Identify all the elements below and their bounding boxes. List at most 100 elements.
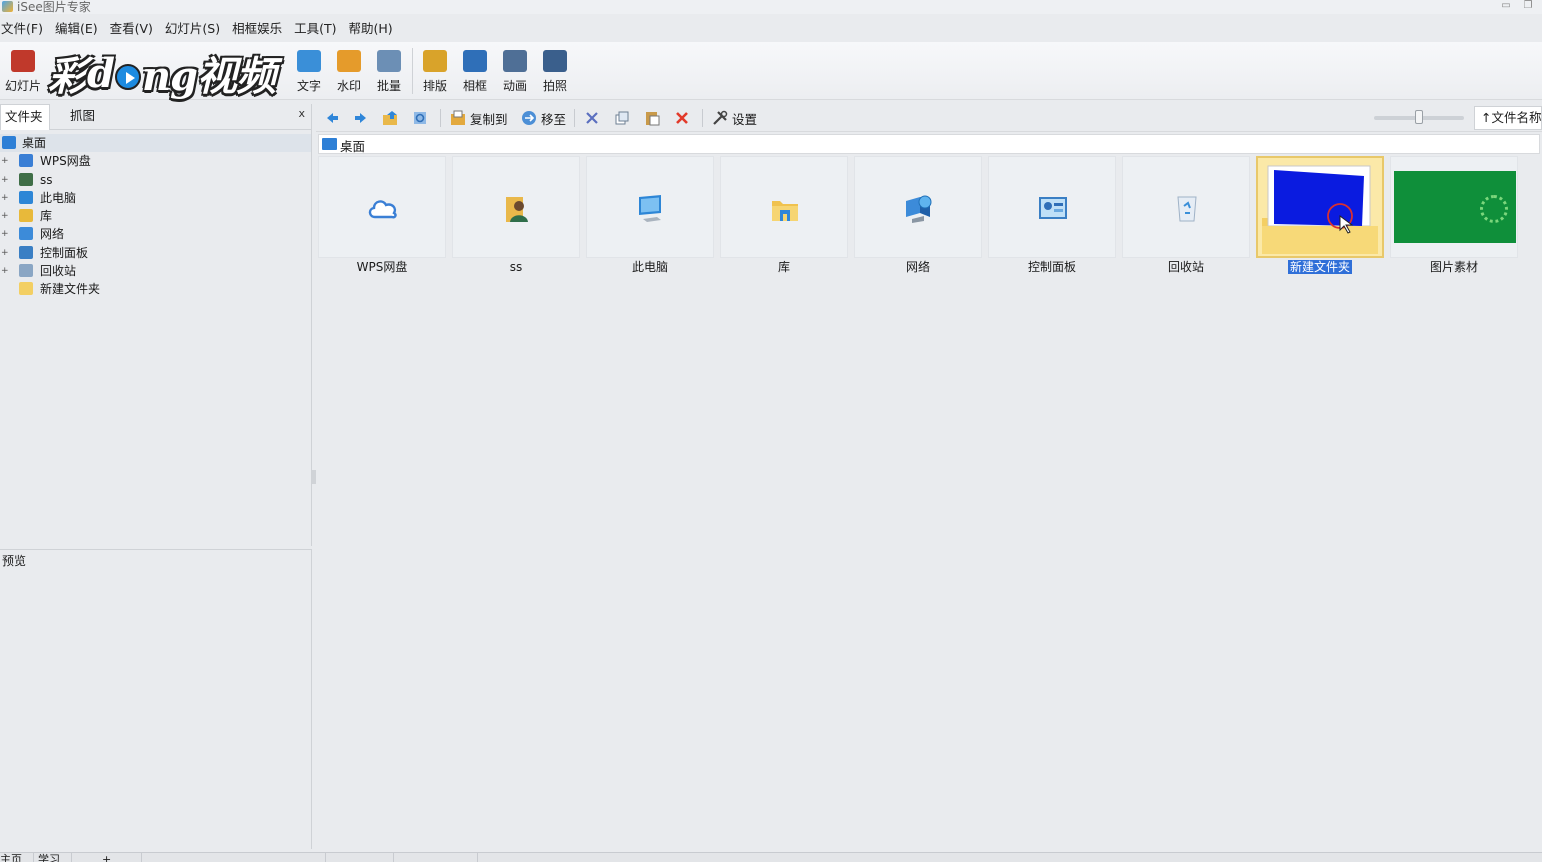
tree-item[interactable]: + 回收站 (0, 262, 311, 280)
zoom-slider-thumb[interactable] (1415, 110, 1423, 124)
preview-panel: 预览 (0, 549, 312, 849)
tools-icon (713, 110, 728, 125)
sort-by-name-button[interactable]: ↑文件名称 (1474, 106, 1542, 130)
expand-icon[interactable]: + (1, 248, 9, 257)
text-icon (297, 50, 321, 72)
status-home[interactable]: 主页 (0, 853, 34, 862)
folder-icon (19, 282, 33, 296)
refresh-button[interactable] (412, 109, 428, 127)
settings-button[interactable]: 设置 (712, 109, 757, 127)
thumbnail-item[interactable]: WPS网盘 (318, 156, 446, 278)
up-folder-button[interactable] (382, 109, 400, 127)
restore-icon[interactable]: ❐ (1520, 0, 1536, 12)
tree-item-desktop[interactable]: 桌面 (0, 134, 311, 153)
cut-button[interactable] (584, 109, 600, 127)
thumbnail-item[interactable]: 控制面板 (988, 156, 1116, 278)
expand-icon[interactable]: + (1, 230, 9, 239)
tree-item-label: 此电脑 (40, 190, 77, 205)
paste-button[interactable] (644, 109, 660, 127)
preview-title: 预览 (2, 554, 27, 568)
tree-item[interactable]: + 控制面板 (0, 244, 311, 262)
thumbnail-item[interactable]: 此电脑 (586, 156, 714, 278)
camera-button[interactable]: 拍照 (535, 50, 575, 98)
tree-item-label: WPS网盘 (40, 154, 91, 169)
user-folder-icon (506, 197, 528, 222)
slideshow-button[interactable]: 幻灯片 (3, 50, 43, 98)
tree-item[interactable]: 新建文件夹 (0, 280, 311, 298)
layout-button[interactable]: 排版 (415, 50, 455, 98)
thumbnail-item-selected[interactable]: 新建文件夹 (1256, 156, 1384, 278)
computer-icon (639, 195, 661, 222)
thumbnail-item[interactable]: 库 (720, 156, 848, 278)
menu-frame-fun[interactable]: 相框娱乐 (231, 18, 288, 40)
cloud-icon (19, 154, 33, 168)
tab-capture[interactable]: 抓图 (66, 104, 99, 130)
thumbnail-item[interactable]: ss (452, 156, 580, 278)
frame-icon (463, 50, 487, 72)
back-arrow-icon (327, 113, 338, 123)
tree-item[interactable]: + 此电脑 (0, 189, 311, 207)
batch-button[interactable]: 批量 (369, 50, 409, 98)
layout-icon (423, 50, 447, 72)
delete-button[interactable] (674, 109, 690, 127)
thumbnail-item[interactable]: 回收站 (1122, 156, 1250, 278)
watermark-text-b: d (87, 49, 115, 97)
thumbnail-item[interactable]: 图片素材 (1390, 156, 1518, 278)
tree-item[interactable]: + 网络 (0, 225, 311, 243)
up-folder-icon (383, 111, 397, 125)
menu-edit[interactable]: 编辑(E) (54, 18, 104, 40)
library-icon (772, 201, 798, 221)
watermark-text-c: ng视频 (141, 53, 276, 100)
panel-splitter[interactable] (312, 470, 316, 484)
status-add[interactable]: + (72, 853, 142, 862)
folder-panel: 文件夹 抓图 x 桌面 + WPS网盘 + ss + 此电脑 + 库 + 网络 + 控制面板 + 回收站新… (0, 104, 312, 546)
text-button[interactable]: 文字 (289, 50, 329, 98)
menu-tools[interactable]: 工具(T) (293, 18, 342, 40)
menu-view[interactable]: 查看(V) (109, 18, 159, 40)
tree-item-label: 新建文件夹 (40, 282, 101, 297)
status-learn[interactable]: 学习 (34, 853, 72, 862)
menu-file[interactable]: 文件(F) (0, 18, 49, 40)
desktop-icon (2, 136, 16, 149)
animation-icon (503, 50, 527, 72)
window-title: iSee图片专家 (17, 0, 91, 14)
forward-arrow-icon (355, 113, 366, 123)
camera-icon (543, 50, 567, 72)
tree-item[interactable]: + WPS网盘 (0, 152, 311, 170)
expand-icon[interactable]: + (1, 267, 9, 276)
delete-icon (676, 112, 688, 124)
back-button[interactable] (324, 109, 340, 127)
folder-tree: 桌面 + WPS网盘 + ss + 此电脑 + 库 + 网络 + 控制面板 + 回收站 新建文件夹 (0, 134, 311, 299)
tree-item-label: 库 (40, 209, 53, 224)
expand-icon[interactable]: + (1, 193, 9, 202)
thumbnail-grid: WPS网盘 ss 此电脑 库 网络 控制面板 回收站 新建文件夹 图片素材 (318, 156, 1540, 850)
copy-to-button[interactable]: 复制到 (450, 109, 508, 127)
tree-item[interactable]: + ss (0, 171, 311, 189)
tree-item-label: ss (40, 172, 53, 187)
thumbnail-item[interactable]: 网络 (854, 156, 982, 278)
recycle-bin-icon (1177, 196, 1197, 222)
expand-icon[interactable]: + (1, 175, 9, 184)
expand-icon[interactable]: + (1, 212, 9, 221)
dots-pattern-icon (1480, 195, 1508, 223)
frame-button[interactable]: 相框 (455, 50, 495, 98)
batch-icon (377, 50, 401, 72)
scissors-icon (586, 112, 598, 124)
forward-button[interactable] (353, 109, 369, 127)
minimize-icon[interactable]: ▭ (1498, 0, 1514, 12)
network-icon (19, 227, 33, 241)
animation-button[interactable]: 动画 (495, 50, 535, 98)
move-to-icon (522, 111, 536, 125)
copy-button[interactable] (614, 109, 630, 127)
tab-folders[interactable]: 文件夹 (0, 104, 50, 130)
paste-icon (646, 112, 660, 126)
title-bar: iSee图片专家 ▭ ❐ (0, 0, 1542, 14)
watermark-button[interactable]: 水印 (329, 50, 369, 98)
close-panel-icon[interactable]: x (298, 107, 305, 120)
menu-slideshow[interactable]: 幻灯片(S) (164, 18, 226, 40)
expand-icon[interactable]: + (1, 157, 9, 166)
tree-item[interactable]: + 库 (0, 207, 311, 225)
move-to-button[interactable]: 移至 (521, 109, 566, 127)
recycle-bin-icon (19, 264, 33, 278)
menu-help[interactable]: 帮助(H) (348, 18, 399, 40)
